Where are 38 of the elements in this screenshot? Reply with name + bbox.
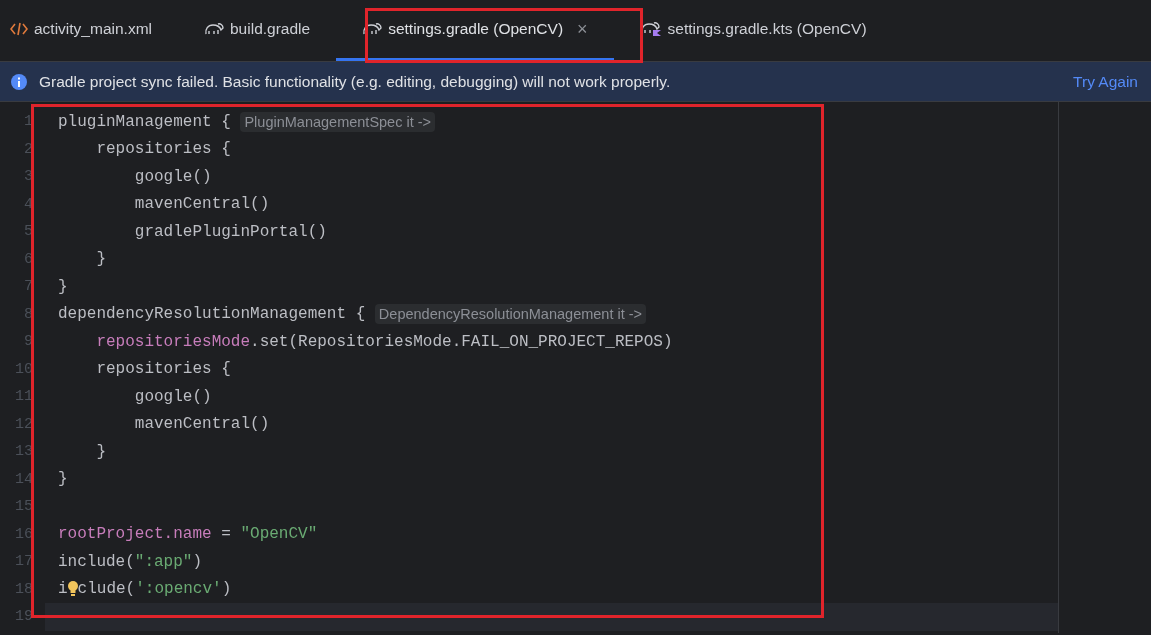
code-text: gradlePluginPortal() <box>133 221 327 243</box>
code-text: google() <box>133 386 212 408</box>
code-text: dependencyResolutionManagement { <box>58 304 367 326</box>
code-icon <box>10 22 28 36</box>
elephant-icon <box>362 22 383 36</box>
editor-tab[interactable]: activity_main.xml <box>0 0 178 61</box>
elephant-icon <box>204 22 224 36</box>
code-text: ) <box>192 551 203 573</box>
code-text: rootProject.name <box>58 524 212 546</box>
code-text: .set(RepositoriesMode.FAIL_ON_PROJECT_REPOS) <box>250 331 673 353</box>
inlay-hint: DependencyResolutionManagement it -> <box>374 304 647 325</box>
code-text: repositories { <box>95 359 231 381</box>
sync-failed-message: Gradle project sync failed. Basic functionality (e.g. editing, debugging) will not work properly. <box>39 71 671 92</box>
code-text: mavenCentral() <box>133 414 270 436</box>
code-text: repositories { <box>95 139 231 161</box>
editor-tab[interactable]: settings.gradle.kts (OpenCV) <box>613 0 893 61</box>
inlay-hint: PluginManagementSpec it -> <box>240 111 436 132</box>
code-text: } <box>95 249 106 271</box>
info-icon <box>10 72 28 91</box>
editor-tab[interactable]: build.gradle <box>178 0 337 61</box>
code-text: mavenCentral() <box>133 194 270 216</box>
code-text: "OpenCV" <box>240 524 318 546</box>
code-text: repositoriesMode <box>95 331 251 353</box>
code-text: i <box>58 579 68 601</box>
code-text: ':opencv' <box>135 579 222 601</box>
code-text: } <box>95 441 106 463</box>
lightbulb-icon[interactable] <box>67 580 78 599</box>
code-text: } <box>58 469 68 491</box>
code-text: ":app" <box>134 551 193 573</box>
code-text: = <box>220 524 232 546</box>
code-text: clude( <box>77 579 136 601</box>
try-again-link[interactable]: Try Again <box>1073 69 1138 94</box>
code-text: ) <box>221 579 232 601</box>
code-text: include( <box>58 551 135 573</box>
code-text: google() <box>133 166 212 188</box>
close-icon[interactable]: × <box>577 15 588 43</box>
code-text: pluginManagement { <box>58 111 232 133</box>
code-text: } <box>58 276 68 298</box>
